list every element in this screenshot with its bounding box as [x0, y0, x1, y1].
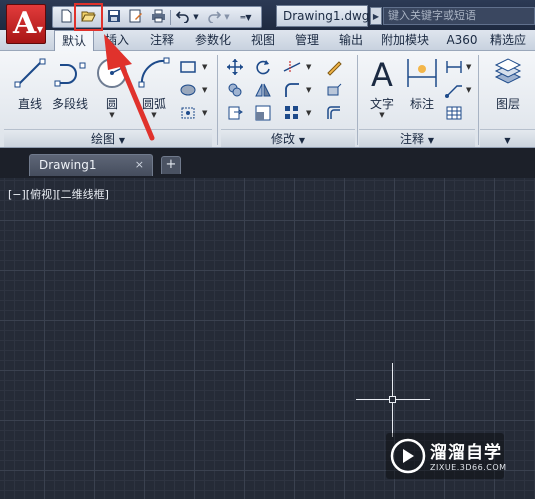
chevron-down-icon: ▼: [36, 25, 43, 34]
watermark-url: ZIXUE.3D66.COM: [430, 463, 507, 472]
autocad-logo: A: [13, 6, 37, 41]
watermark: 溜溜自学 ZIXUE.3D66.COM: [386, 433, 507, 479]
open-button-highlight: [74, 3, 103, 31]
watermark-logo-icon: [390, 438, 426, 474]
application-menu-button[interactable]: A ▼: [6, 4, 46, 44]
red-arrow-annotation: [104, 34, 155, 141]
watermark-name: 溜溜自学: [430, 443, 502, 463]
